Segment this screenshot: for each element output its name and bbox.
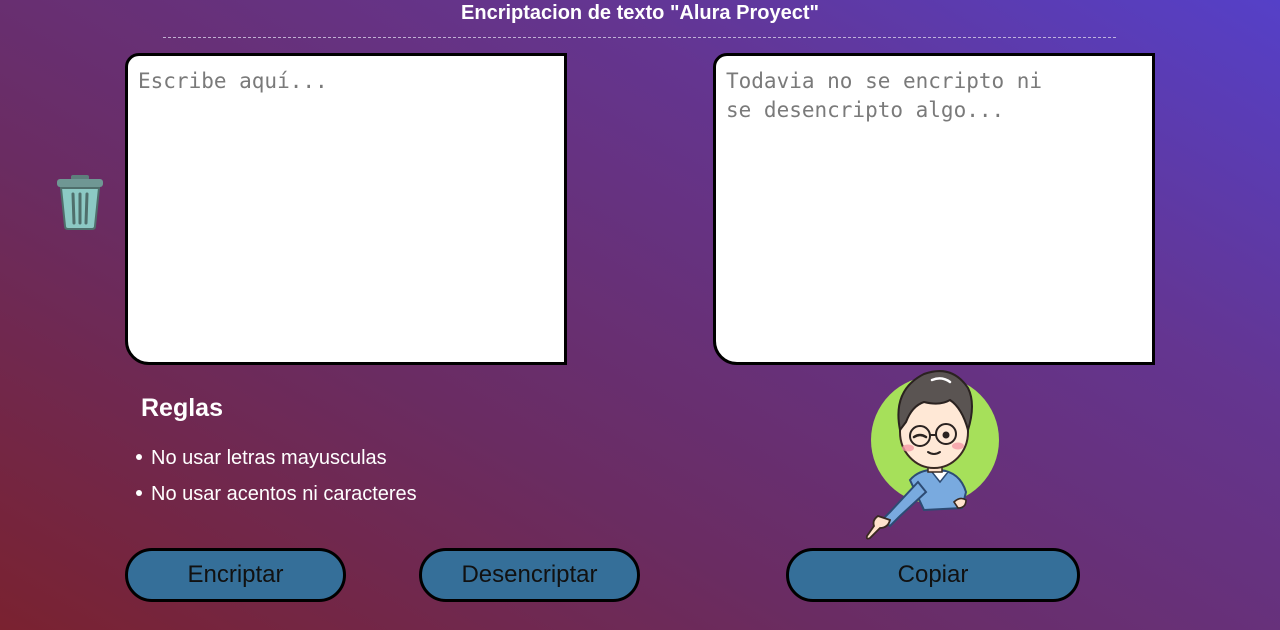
rule-text: No usar acentos ni caracteres <box>151 483 417 505</box>
bullet-icon <box>136 489 142 496</box>
title-divider <box>163 37 1116 38</box>
trash-icon[interactable] <box>54 174 106 230</box>
mascot-avatar-icon <box>862 360 1002 545</box>
input-textarea[interactable] <box>128 56 564 362</box>
encrypt-button[interactable]: Encriptar <box>125 548 346 602</box>
rule-item: No usar acentos ni caracteres <box>136 476 417 512</box>
rule-item: No usar letras mayusculas <box>136 440 417 476</box>
bullet-icon <box>136 453 142 460</box>
output-box <box>713 53 1155 365</box>
decrypt-button[interactable]: Desencriptar <box>419 548 640 602</box>
rule-text: No usar letras mayusculas <box>151 447 387 469</box>
page-title: Encriptacion de texto "Alura Proyect" <box>461 2 819 24</box>
rules-title: Reglas <box>141 394 223 422</box>
input-box <box>125 53 567 365</box>
rules-list: No usar letras mayusculas No usar acento… <box>136 440 417 512</box>
copy-button[interactable]: Copiar <box>786 548 1080 602</box>
output-textarea[interactable] <box>716 56 1152 362</box>
